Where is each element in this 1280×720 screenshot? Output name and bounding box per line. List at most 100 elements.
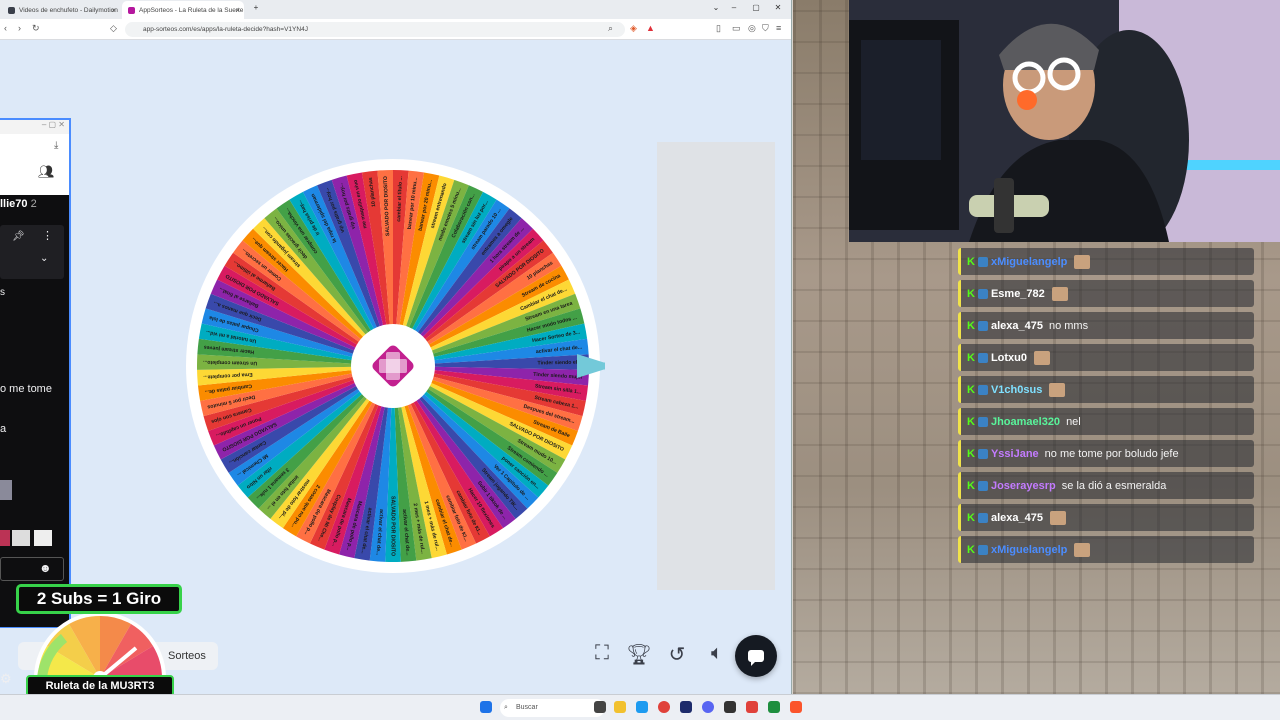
subs-badge: 2 Subs = 1 Giro — [16, 584, 182, 614]
webcam-illustration — [849, 0, 1280, 242]
kick-badge-icon: K — [967, 479, 975, 492]
back-icon[interactable]: ‹ — [4, 23, 7, 33]
wheel-segment-label: SALVADO POR DIOSITO — [390, 496, 396, 556]
reset-icon[interactable]: ↺ — [663, 642, 691, 667]
sidebar-icon[interactable]: ▯ — [716, 23, 721, 34]
discord-icon[interactable] — [702, 701, 714, 713]
users-icon[interactable]: 👥︎ — [38, 164, 55, 180]
subscriber-badge-icon — [977, 544, 988, 555]
kick-badge-icon: K — [967, 511, 975, 524]
chat-message: KxMiguelangelp — [958, 248, 1254, 275]
chrome-icon[interactable] — [658, 701, 670, 713]
emote-icon — [1051, 286, 1068, 301]
popup-username: llie70 — [0, 198, 28, 210]
tab-dailymotion[interactable]: Videos de enchufeto - Dailymotion × — [2, 1, 120, 19]
chat-username[interactable]: Joserayesrp — [991, 480, 1056, 492]
vpn-icon[interactable]: ⛉ — [762, 23, 769, 34]
extensions-icon[interactable]: ▭ — [732, 23, 741, 34]
chat-username[interactable]: Jhoamael320 — [991, 416, 1060, 428]
expand-chevron-icon[interactable]: ⌄ — [40, 253, 48, 264]
chat-message: K Joserayesrp se la dió a esmeralda — [958, 472, 1254, 499]
obs-icon[interactable] — [724, 701, 736, 713]
popout-chat-window: – ▢ ✕ ⤓ 👥︎ llie70 2 📌︎ ⋮ ⌄ s o me tome a — [0, 118, 71, 686]
chat-username[interactable]: alexa_475 — [991, 512, 1043, 524]
ad-placeholder-panel — [657, 142, 775, 590]
kick-badge-icon: K — [967, 287, 975, 300]
chat-input[interactable]: ☻ — [0, 557, 64, 581]
webcam-feed — [849, 0, 1280, 242]
close-tab-icon[interactable]: × — [235, 6, 240, 15]
emote-icon — [0, 480, 12, 500]
bookmark-icon[interactable]: ◇ — [110, 23, 117, 34]
new-tab-button[interactable]: + — [248, 3, 264, 12]
subscriber-badge-icon — [977, 256, 988, 267]
chat-message: K Lotxu0 — [958, 344, 1254, 371]
fullscreen-icon[interactable]: ⛶ — [588, 642, 616, 665]
roulette-wheel[interactable]: cambiar el titulo ... banear por 10 minu.… — [185, 158, 605, 578]
address-bar-row: ‹ › ↻ ◇ app-sorteos.com/es/apps/la-rulet… — [0, 19, 791, 40]
sound-icon[interactable]: 🔈︎ — [703, 642, 731, 665]
windows-start-icon[interactable] — [480, 701, 492, 713]
emote-icon — [1049, 510, 1066, 525]
app-icon[interactable] — [768, 701, 780, 713]
mail-icon[interactable] — [636, 701, 648, 713]
zoom-icon[interactable]: ⌕ — [608, 23, 613, 34]
popup-chat-text: a — [0, 423, 7, 435]
brave-icon[interactable] — [790, 701, 802, 713]
chat-username[interactable]: YssiJane — [991, 448, 1039, 460]
search-icon: ⌕ — [504, 704, 508, 711]
task-view-icon[interactable] — [594, 701, 606, 713]
file-explorer-icon[interactable] — [614, 701, 626, 713]
kick-badge-icon: K — [967, 255, 975, 268]
more-options-icon[interactable]: ⋮ — [42, 229, 53, 242]
kick-badge-icon: K — [967, 447, 975, 460]
chat-username[interactable]: xMiguelangelp — [991, 256, 1067, 268]
trophy-icon[interactable]: 🏆︎ — [625, 642, 653, 667]
chat-message: K YssiJane no me tome por boludo jefe — [958, 440, 1254, 467]
kick-badge-icon: K — [967, 383, 975, 396]
photoshop-icon[interactable] — [680, 701, 692, 713]
chat-message: K Esme_782 — [958, 280, 1254, 307]
chat-username[interactable]: alexa_475 — [991, 320, 1043, 332]
chat-message: KxMiguelangelp — [958, 536, 1254, 563]
pin-icon[interactable]: 📌︎ — [12, 231, 25, 242]
chat-button[interactable] — [735, 635, 777, 677]
maximize-button[interactable]: ▢ — [748, 3, 764, 12]
tab-list-chevron-icon[interactable]: ⌄ — [708, 3, 724, 12]
tab-appsorteos[interactable]: AppSorteos - La Ruleta de la Suerte × — [122, 1, 244, 19]
chat-message: Kalexa_475 — [958, 504, 1254, 531]
chat-username[interactable]: xMiguelangelp — [991, 544, 1067, 556]
close-tab-icon[interactable]: × — [111, 6, 116, 15]
brave-rewards-icon[interactable]: ▲ — [646, 23, 655, 33]
browser-window: Videos de enchufeto - Dailymotion × AppS… — [0, 0, 792, 694]
emoji-icon[interactable]: ☻ — [39, 561, 52, 575]
emote-icon — [1049, 382, 1066, 397]
reload-icon[interactable]: ↻ — [32, 23, 40, 34]
popup-count: 2 — [30, 198, 37, 210]
settings-gear-icon[interactable]: ⚙ — [0, 671, 12, 687]
chat-message-text: no mms — [1048, 319, 1089, 332]
subscriber-badge-icon — [977, 320, 988, 331]
chat-username[interactable]: Lotxu0 — [991, 352, 1027, 364]
forward-icon[interactable]: › — [18, 23, 21, 33]
wallet-icon[interactable]: ◎ — [748, 23, 756, 34]
subscriber-badge-icon — [977, 384, 988, 395]
download-icon[interactable]: ⤓ — [54, 140, 58, 151]
menu-icon[interactable]: ≡ — [776, 23, 781, 33]
subscriber-badge-icon — [977, 512, 988, 523]
minimize-button[interactable]: – — [726, 3, 742, 12]
chat-bubble-icon — [748, 650, 764, 666]
kick-badge-icon: K — [967, 319, 975, 332]
popup-dark-area: llie70 2 📌︎ ⋮ ⌄ s o me tome a ☻ ⚙ — [0, 195, 69, 686]
close-window-button[interactable]: ✕ — [770, 3, 786, 12]
emote-icon — [1074, 254, 1091, 269]
brave-shield-icon[interactable]: ◈ — [630, 23, 637, 34]
app-icon[interactable] — [746, 701, 758, 713]
chat-username[interactable]: Esme_782 — [991, 288, 1045, 300]
chat-message-text: nel — [1066, 415, 1081, 428]
dailymotion-icon — [8, 6, 15, 14]
chat-username[interactable]: V1ch0sus — [991, 384, 1042, 396]
url-field[interactable]: app-sorteos.com/es/apps/la-ruleta-decide… — [125, 22, 625, 37]
pinned-message-card: 📌︎ ⋮ ⌄ — [0, 225, 64, 279]
taskbar-search[interactable]: ⌕ Buscar — [500, 699, 605, 717]
